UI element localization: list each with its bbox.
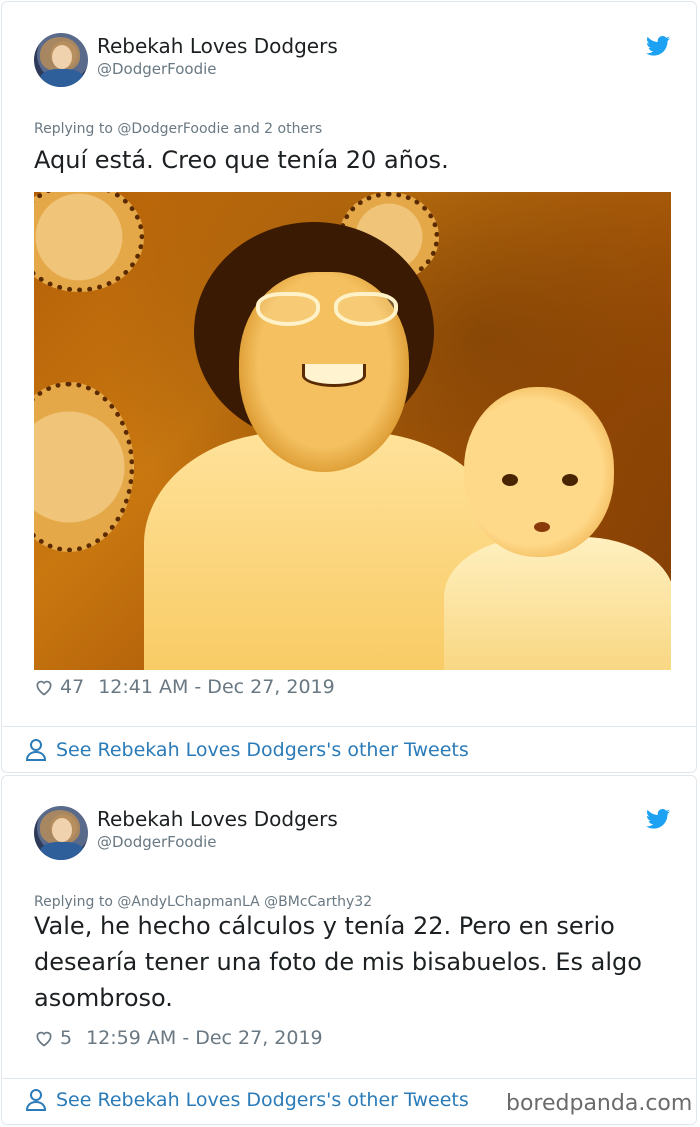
twitter-bird-icon[interactable] — [646, 809, 670, 829]
person-icon — [26, 739, 46, 761]
user-name[interactable]: Rebekah Loves Dodgers — [97, 807, 338, 831]
user-handle[interactable]: @DodgerFoodie — [97, 60, 217, 78]
tweet-text-line: asombroso. — [34, 984, 173, 1012]
tweet-meta: 5 12:59 AM - Dec 27, 2019 — [34, 1027, 323, 1049]
person-icon — [26, 1089, 46, 1111]
twitter-bird-icon[interactable] — [646, 36, 670, 56]
tweet-card-1: Rebekah Loves Dodgers @DodgerFoodie Repl… — [1, 1, 697, 773]
tweet-photo[interactable] — [34, 192, 671, 670]
tweet-text-line: desearía tener una foto de mis bisabuelo… — [34, 948, 642, 976]
see-other-tweets-link[interactable]: See Rebekah Loves Dodgers's other Tweets — [26, 739, 469, 761]
timestamp[interactable]: 12:41 AM - Dec 27, 2019 — [98, 676, 335, 698]
avatar[interactable] — [34, 33, 88, 87]
tweet-text-line: Vale, he hecho cálculos y tenía 22. Pero… — [34, 912, 615, 940]
see-other-tweets-link[interactable]: See Rebekah Loves Dodgers's other Tweets — [26, 1089, 469, 1111]
watermark: boredpanda.com — [506, 1091, 693, 1116]
divider — [2, 1078, 696, 1079]
avatar[interactable] — [34, 806, 88, 860]
heart-icon[interactable] — [34, 1028, 54, 1048]
replying-to[interactable]: Replying to @DodgerFoodie and 2 others — [34, 121, 322, 137]
like-count: 5 — [60, 1027, 73, 1049]
tweet-text: Vale, he hecho cálculos y tenía 22. Pero… — [34, 908, 642, 1016]
see-other-tweets-label[interactable]: See Rebekah Loves Dodgers's other Tweets — [56, 739, 469, 761]
timestamp[interactable]: 12:59 AM - Dec 27, 2019 — [86, 1027, 323, 1049]
tweet-meta: 47 12:41 AM - Dec 27, 2019 — [34, 676, 335, 698]
tweet-card-2: Rebekah Loves Dodgers @DodgerFoodie Repl… — [1, 775, 697, 1125]
see-other-tweets-label[interactable]: See Rebekah Loves Dodgers's other Tweets — [56, 1089, 469, 1111]
tweet-text: Aquí está. Creo que tenía 20 años. — [34, 146, 449, 174]
heart-icon[interactable] — [34, 677, 54, 697]
user-handle[interactable]: @DodgerFoodie — [97, 833, 217, 851]
like-count: 47 — [60, 676, 85, 698]
user-name[interactable]: Rebekah Loves Dodgers — [97, 34, 338, 58]
divider — [2, 726, 696, 727]
